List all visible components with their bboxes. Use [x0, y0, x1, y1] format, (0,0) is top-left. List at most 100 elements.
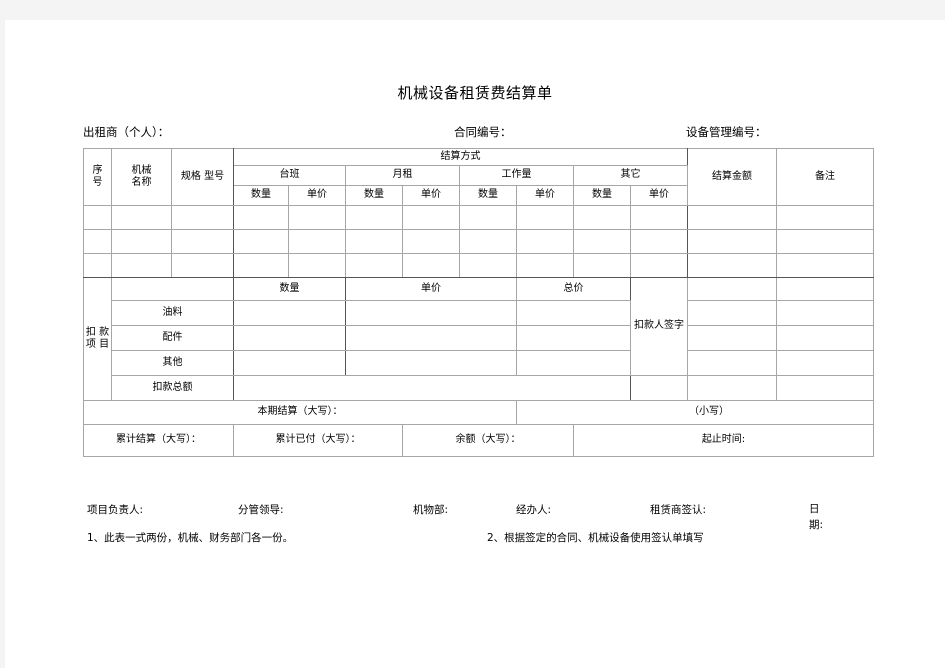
- deduction-header-amount[interactable]: [687, 277, 777, 301]
- cell-taiban-qty[interactable]: [233, 205, 289, 230]
- cell-taiban-qty[interactable]: [233, 229, 289, 254]
- cell-spec-model[interactable]: [171, 253, 234, 278]
- cell-remark[interactable]: [776, 229, 874, 254]
- signature-date[interactable]: 日期:: [809, 502, 829, 534]
- deduction-total-value[interactable]: [233, 375, 631, 401]
- cell-yuezu-price[interactable]: [402, 253, 460, 278]
- deduction-item-price-parts[interactable]: [345, 325, 517, 351]
- cell-settlement-amount[interactable]: [687, 205, 777, 230]
- deduction-item-total-other[interactable]: [516, 350, 631, 376]
- signature-handler[interactable]: 经办人:: [516, 502, 551, 517]
- subcol-taiban-price: 单价: [288, 185, 346, 206]
- current-settlement-row[interactable]: 本期结算（大写）： （小写）: [83, 400, 874, 425]
- footnotes-row: 1、此表一式两份，机械、财务部门各一份。 2、根据签定的合同、机械设备使用签认单…: [83, 530, 883, 552]
- cell-remark[interactable]: [776, 253, 874, 278]
- cell-machine-name[interactable]: [111, 253, 172, 278]
- cell-seq[interactable]: [83, 253, 112, 278]
- table-row[interactable]: [83, 253, 874, 278]
- table-row[interactable]: [83, 229, 874, 254]
- cell-qita-price[interactable]: [630, 205, 688, 230]
- cell-settlement-amount[interactable]: [687, 253, 777, 278]
- subcol-gongzuoliang-qty: 数量: [459, 185, 517, 206]
- deduction-item-remark-parts[interactable]: [776, 325, 874, 351]
- cell-yuezu-price[interactable]: [402, 205, 460, 230]
- cell-machine-name[interactable]: [111, 205, 172, 230]
- deduction-section-label: 扣 款 项 目: [83, 277, 112, 401]
- balance-label: 余额（大写）：: [402, 424, 574, 457]
- col-header-seq: 序 号: [83, 148, 112, 206]
- deduction-total-remark[interactable]: [776, 375, 874, 401]
- cell-gongzuoliang-qty[interactable]: [459, 229, 517, 254]
- deduction-item-name-other: 其他: [111, 350, 234, 376]
- cell-settlement-amount[interactable]: [687, 229, 777, 254]
- deduction-total-amount[interactable]: [687, 375, 777, 401]
- cell-yuezu-qty[interactable]: [345, 253, 403, 278]
- deduction-header-signature[interactable]: 扣款人签字: [630, 277, 688, 376]
- deduction-item-total-parts[interactable]: [516, 325, 631, 351]
- deduction-row[interactable]: 油料: [84, 300, 874, 326]
- cell-gongzuoliang-price[interactable]: [516, 253, 574, 278]
- col-header-spec-model: 规格 型号: [171, 148, 234, 206]
- method-group-gongzuoliang: 工作量: [459, 165, 574, 186]
- deduction-item-remark-other[interactable]: [776, 350, 874, 376]
- subcol-qita-qty: 数量: [573, 185, 631, 206]
- footnote-2: 2、根据签定的合同、机械设备使用签认单填写: [487, 532, 704, 544]
- deduction-header-remark[interactable]: [776, 277, 874, 301]
- table-row[interactable]: [83, 205, 874, 230]
- deduction-item-name-oil: 油料: [111, 300, 234, 326]
- cell-qita-price[interactable]: [630, 229, 688, 254]
- signature-equipment-dept[interactable]: 机物部:: [413, 502, 448, 517]
- deduction-item-qty-other[interactable]: [233, 350, 346, 376]
- deduction-item-price-oil[interactable]: [345, 300, 517, 326]
- header-info-row: 出租商（个人）： 合同编号： 设备管理编号：: [83, 124, 873, 144]
- cell-gongzuoliang-qty[interactable]: [459, 205, 517, 230]
- cell-taiban-price[interactable]: [288, 229, 346, 254]
- cell-remark[interactable]: [776, 205, 874, 230]
- deduction-item-amount-oil[interactable]: [687, 300, 777, 326]
- deduction-section-label-line2: 项 目: [85, 339, 110, 350]
- deduction-row[interactable]: 配件: [84, 325, 874, 351]
- cell-qita-qty[interactable]: [573, 205, 631, 230]
- cell-gongzuoliang-price[interactable]: [516, 205, 574, 230]
- deduction-item-qty-oil[interactable]: [233, 300, 346, 326]
- cell-spec-model[interactable]: [171, 229, 234, 254]
- cell-seq[interactable]: [83, 229, 112, 254]
- cell-qita-qty[interactable]: [573, 229, 631, 254]
- deduction-total-signature-cell[interactable]: [630, 375, 688, 401]
- cell-spec-model[interactable]: [171, 205, 234, 230]
- cell-taiban-qty[interactable]: [233, 253, 289, 278]
- cell-yuezu-qty[interactable]: [345, 205, 403, 230]
- deduction-header-qty: 数量: [233, 277, 346, 301]
- period-label: 起止时间:: [573, 424, 874, 457]
- deduction-item-remark-oil[interactable]: [776, 300, 874, 326]
- deduction-item-amount-other[interactable]: [687, 350, 777, 376]
- current-settlement-label: 本期结算（大写）：: [83, 400, 517, 425]
- deduction-item-amount-parts[interactable]: [687, 325, 777, 351]
- deduction-row[interactable]: 其他: [84, 350, 874, 376]
- contract-no-label: 合同编号：: [454, 125, 512, 139]
- cell-qita-qty[interactable]: [573, 253, 631, 278]
- cell-taiban-price[interactable]: [288, 205, 346, 230]
- col-header-machine-name: 机械 名称: [111, 148, 172, 206]
- lessor-label: 出租商（个人）：: [83, 125, 170, 139]
- cell-yuezu-price[interactable]: [402, 229, 460, 254]
- deduction-header-row: 扣 款 项 目 数量 单价 总价 扣款人签字: [83, 277, 874, 401]
- deduction-item-price-other[interactable]: [345, 350, 517, 376]
- col-header-machine-name-line2: 名称: [131, 177, 152, 188]
- cell-taiban-price[interactable]: [288, 253, 346, 278]
- deduction-total-row[interactable]: 扣款总额: [84, 375, 874, 401]
- col-header-settlement-amount: 结算金额: [687, 148, 777, 206]
- cell-qita-price[interactable]: [630, 253, 688, 278]
- signature-supervising-leader[interactable]: 分管领导:: [238, 502, 284, 517]
- cell-machine-name[interactable]: [111, 229, 172, 254]
- cell-gongzuoliang-price[interactable]: [516, 229, 574, 254]
- deduction-item-total-oil[interactable]: [516, 300, 631, 326]
- cumulative-row[interactable]: 累计结算（大写）： 累计已付（大写）： 余额（大写）： 起止时间:: [83, 424, 874, 457]
- signature-lessor-confirm[interactable]: 租赁商签认:: [650, 502, 706, 517]
- cell-gongzuoliang-qty[interactable]: [459, 253, 517, 278]
- cell-seq[interactable]: [83, 205, 112, 230]
- cell-yuezu-qty[interactable]: [345, 229, 403, 254]
- signature-project-leader[interactable]: 项目负责人:: [87, 502, 143, 517]
- method-group-qita: 其它: [573, 165, 688, 186]
- deduction-item-qty-parts[interactable]: [233, 325, 346, 351]
